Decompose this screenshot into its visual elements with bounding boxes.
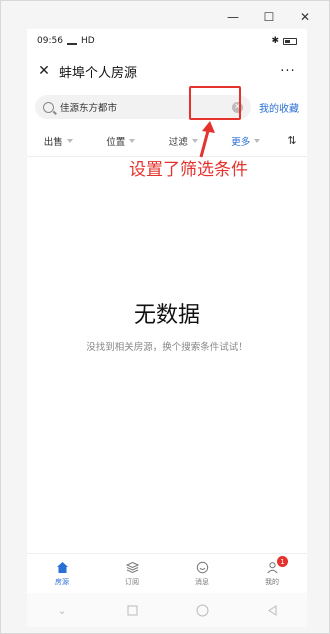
signal-icon [66, 38, 77, 45]
empty-subtitle: 没找到相关房源，换个搜索条件试试！ [86, 342, 248, 353]
page-title: 蚌埠个人房源 [59, 64, 138, 80]
chevron-down-icon[interactable]: ⌄ [55, 603, 69, 617]
annotation-highlight-box [189, 86, 241, 120]
home-button-icon[interactable] [195, 603, 209, 617]
maximize-button[interactable]: ☐ [251, 7, 287, 27]
close-window-button[interactable]: ✕ [287, 7, 323, 27]
bluetooth-icon: ✱ [271, 36, 279, 46]
app-window: — ☐ ✕ 09:56 HD ✱ ✕ 蚌埠个人房源 ··· 佳源东方都市 ✕ 我… [0, 0, 330, 634]
back-icon[interactable] [265, 603, 279, 617]
tab-label: 消息 [195, 577, 209, 586]
empty-state: 无数据 没找到相关房源，换个搜索条件试试！ [27, 297, 307, 353]
layers-icon [125, 561, 139, 575]
chat-icon [195, 561, 209, 575]
battery-icon [283, 37, 297, 45]
home-icon [55, 561, 69, 575]
chevron-down-icon [254, 138, 261, 143]
system-nav-bar: ⌄ [27, 593, 307, 627]
notification-badge: 1 [277, 556, 288, 567]
filter-location[interactable]: 位置 [90, 134, 153, 148]
search-row: 佳源东方都市 ✕ 我的收藏 [27, 89, 307, 125]
filter-sale[interactable]: 出售 [27, 134, 90, 148]
search-icon [43, 101, 54, 113]
tab-subscriptions[interactable]: 订阅 [97, 554, 167, 593]
filter-label: 出售 [43, 136, 63, 148]
tab-label: 房源 [55, 577, 69, 586]
status-bar: 09:56 HD ✱ [27, 29, 307, 53]
tab-label: 我的 [265, 577, 279, 586]
annotation-text: 设置了筛选条件 [129, 160, 248, 180]
status-time: 09:56 [37, 36, 63, 46]
tab-listings[interactable]: 房源 [27, 554, 97, 593]
more-options-icon[interactable]: ··· [277, 64, 299, 79]
recent-apps-icon[interactable] [125, 603, 139, 617]
empty-title: 无数据 [133, 303, 200, 328]
tab-me[interactable]: 我的 1 [237, 554, 307, 593]
filter-label: 更多 [231, 136, 251, 148]
phone-screen: 09:56 HD ✱ ✕ 蚌埠个人房源 ··· 佳源东方都市 ✕ 我的收藏 出售… [27, 29, 307, 627]
filter-label: 位置 [106, 136, 126, 148]
close-icon[interactable]: ✕ [35, 63, 53, 79]
filter-bar: 出售 位置 过滤 更多 ⇅ [27, 125, 307, 157]
tab-label: 订阅 [125, 577, 139, 586]
title-bar: ✕ 蚌埠个人房源 ··· [27, 53, 307, 89]
sort-icon[interactable]: ⇅ [277, 134, 307, 147]
window-controls: — ☐ ✕ [215, 7, 323, 27]
annotation-arrow-icon [199, 121, 215, 158]
minimize-button[interactable]: — [215, 7, 251, 27]
network-label: HD [80, 36, 95, 46]
tab-messages[interactable]: 消息 [167, 554, 237, 593]
my-favorites-link[interactable]: 我的收藏 [259, 100, 299, 115]
bottom-tab-bar: 房源 订阅 消息 我的 1 [27, 553, 307, 593]
chevron-down-icon [129, 138, 136, 143]
chevron-down-icon [66, 138, 73, 143]
